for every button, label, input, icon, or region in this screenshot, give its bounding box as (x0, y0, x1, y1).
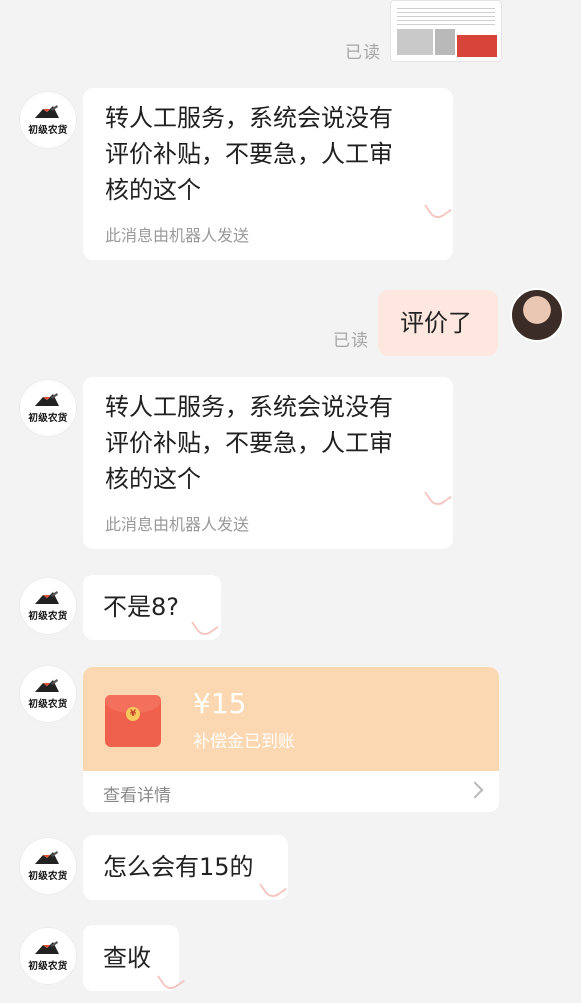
user-message-bubble[interactable]: 评价了 (378, 290, 498, 356)
bot-message-bubble[interactable]: 转人工服务，系统会说没有 评价补贴，不要急，人工审 核的这个 此消息由机器人发送 (83, 88, 453, 260)
red-packet-footer[interactable]: 查看详情 (83, 771, 499, 812)
bot-brand-label: 初级农货 (28, 699, 68, 710)
bot-avatar[interactable]: 初级农货 (20, 380, 76, 436)
bot-message-bubble[interactable]: 转人工服务，系统会说没有 评价补贴，不要急，人工审 核的这个 此消息由机器人发送 (83, 377, 453, 549)
bot-avatar[interactable]: 初级农货 (20, 838, 76, 894)
bot-message-bubble[interactable]: 查收 (83, 925, 185, 993)
bot-avatar-icon (35, 591, 59, 604)
message-line: 转人工服务，系统会说没有 (105, 393, 393, 421)
bot-brand-label: 初级农货 (28, 125, 68, 136)
bot-avatar-icon (35, 941, 59, 954)
bot-avatar-icon (35, 851, 59, 864)
message-line: 评价补贴，不要急，人工审 (105, 429, 393, 457)
bot-brand-label: 初级农货 (28, 961, 68, 972)
red-packet-card[interactable]: ¥ ¥15 补偿金已到账 查看详情 (83, 667, 499, 812)
bot-avatar-icon (35, 393, 59, 406)
message-line: 核的这个 (105, 176, 201, 204)
message-line: 评价补贴，不要急，人工审 (105, 140, 393, 168)
image-photo (397, 29, 433, 55)
image-photo-2 (435, 29, 455, 55)
message-line: 转人工服务，系统会说没有 (105, 104, 393, 132)
bot-avatar[interactable]: 初级农货 (20, 92, 76, 148)
bot-note: 此消息由机器人发送 (105, 515, 250, 534)
bot-message-bubble[interactable]: 怎么会有15的 (83, 835, 288, 901)
message-text: 怎么会有15的 (103, 853, 254, 881)
red-packet-status: 补偿金已到账 (193, 732, 295, 752)
image-red-box (457, 35, 497, 57)
bot-brand-label: 初级农货 (28, 871, 68, 882)
bot-note: 此消息由机器人发送 (105, 226, 250, 245)
bot-avatar-icon (35, 679, 59, 692)
red-packet-amount: ¥15 (193, 687, 247, 720)
red-packet-header: ¥ ¥15 补偿金已到账 (83, 667, 499, 771)
bot-avatar[interactable]: 初级农货 (20, 578, 76, 634)
bot-avatar[interactable]: 初级农货 (20, 928, 76, 984)
image-message-thumbnail[interactable] (390, 0, 502, 62)
bot-message-bubble[interactable]: 不是8? (83, 575, 221, 640)
image-text-lines (397, 5, 495, 27)
user-avatar-icon[interactable] (510, 288, 564, 342)
bot-avatar-icon (35, 105, 59, 118)
read-status: 已读 (333, 331, 369, 351)
message-line: 核的这个 (105, 465, 201, 493)
chevron-right-icon (466, 781, 484, 799)
bot-brand-label: 初级农货 (28, 413, 68, 424)
bot-brand-label: 初级农货 (28, 611, 68, 622)
envelope-coin: ¥ (126, 707, 140, 721)
envelope-icon: ¥ (105, 695, 161, 747)
bot-avatar[interactable]: 初级农货 (20, 666, 76, 722)
read-status: 已读 (345, 43, 381, 63)
user-message-text: 评价了 (400, 309, 472, 337)
view-details-link[interactable]: 查看详情 (103, 781, 171, 806)
